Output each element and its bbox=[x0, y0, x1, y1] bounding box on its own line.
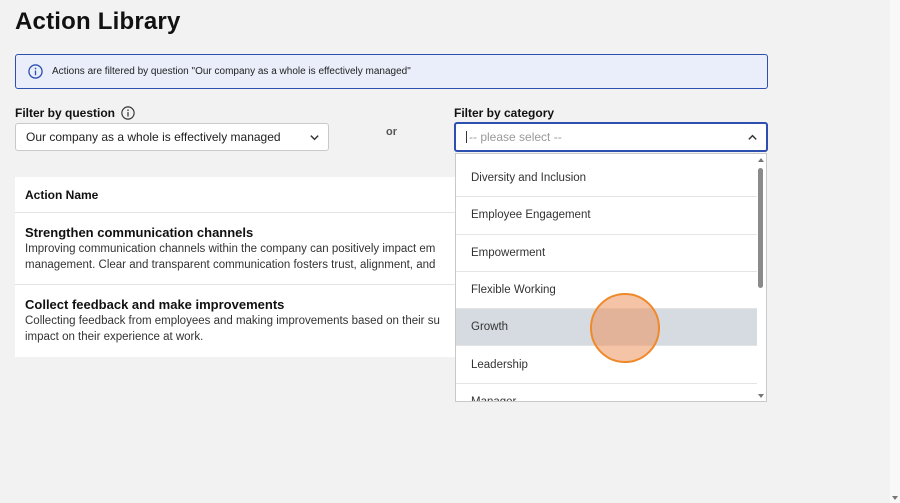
scrollbar-thumb[interactable] bbox=[758, 168, 763, 288]
chevron-down-icon bbox=[310, 135, 319, 141]
actions-table: Action Name Strengthen communication cha… bbox=[15, 177, 455, 357]
or-separator: or bbox=[386, 126, 397, 138]
category-select[interactable]: -- please select -- bbox=[454, 122, 768, 152]
filter-category-label: Filter by category bbox=[454, 106, 555, 120]
scroll-down-arrow-icon[interactable] bbox=[758, 394, 764, 398]
table-row[interactable]: Strengthen communication channels Improv… bbox=[15, 213, 455, 285]
action-name[interactable]: Collect feedback and make improvements bbox=[25, 297, 445, 312]
info-banner-text: Actions are filtered by question "Our co… bbox=[52, 66, 411, 77]
action-description: Collecting feedback from employees and m… bbox=[25, 315, 440, 327]
question-select-value: Our company as a whole is effectively ma… bbox=[26, 130, 281, 144]
click-indicator bbox=[590, 293, 660, 363]
dropdown-scrollbar[interactable] bbox=[756, 154, 766, 401]
table-row[interactable]: Collect feedback and make improvements C… bbox=[15, 285, 455, 357]
dropdown-option[interactable]: Employee Engagement bbox=[456, 197, 757, 235]
dropdown-option[interactable]: Diversity and Inclusion bbox=[456, 160, 757, 198]
category-dropdown: Diversity and Inclusion Employee Engagem… bbox=[455, 153, 767, 402]
page-scrollbar[interactable] bbox=[890, 0, 900, 503]
page-title: Action Library bbox=[15, 8, 181, 35]
table-header-action-name: Action Name bbox=[15, 177, 455, 213]
chevron-up-icon bbox=[748, 134, 757, 140]
action-name[interactable]: Strengthen communication channels bbox=[25, 225, 445, 240]
text-caret bbox=[466, 131, 467, 143]
action-description: impact on their experience at work. bbox=[25, 330, 204, 343]
dropdown-option[interactable]: Manager bbox=[456, 384, 757, 401]
scroll-up-arrow-icon[interactable] bbox=[758, 158, 764, 162]
info-icon bbox=[28, 64, 43, 79]
info-icon[interactable] bbox=[121, 106, 135, 120]
action-description: Improving communication channels within … bbox=[25, 243, 436, 255]
action-description: management. Clear and transparent commun… bbox=[25, 258, 436, 271]
filter-question-label-text: Filter by question bbox=[15, 106, 116, 120]
scroll-down-arrow-icon[interactable] bbox=[892, 496, 898, 500]
category-select-placeholder: -- please select -- bbox=[469, 130, 562, 144]
filter-question-label: Filter by question bbox=[15, 106, 135, 120]
info-banner: Actions are filtered by question "Our co… bbox=[15, 54, 768, 89]
dropdown-option[interactable]: Empowerment bbox=[456, 235, 757, 272]
question-select[interactable]: Our company as a whole is effectively ma… bbox=[15, 123, 329, 151]
